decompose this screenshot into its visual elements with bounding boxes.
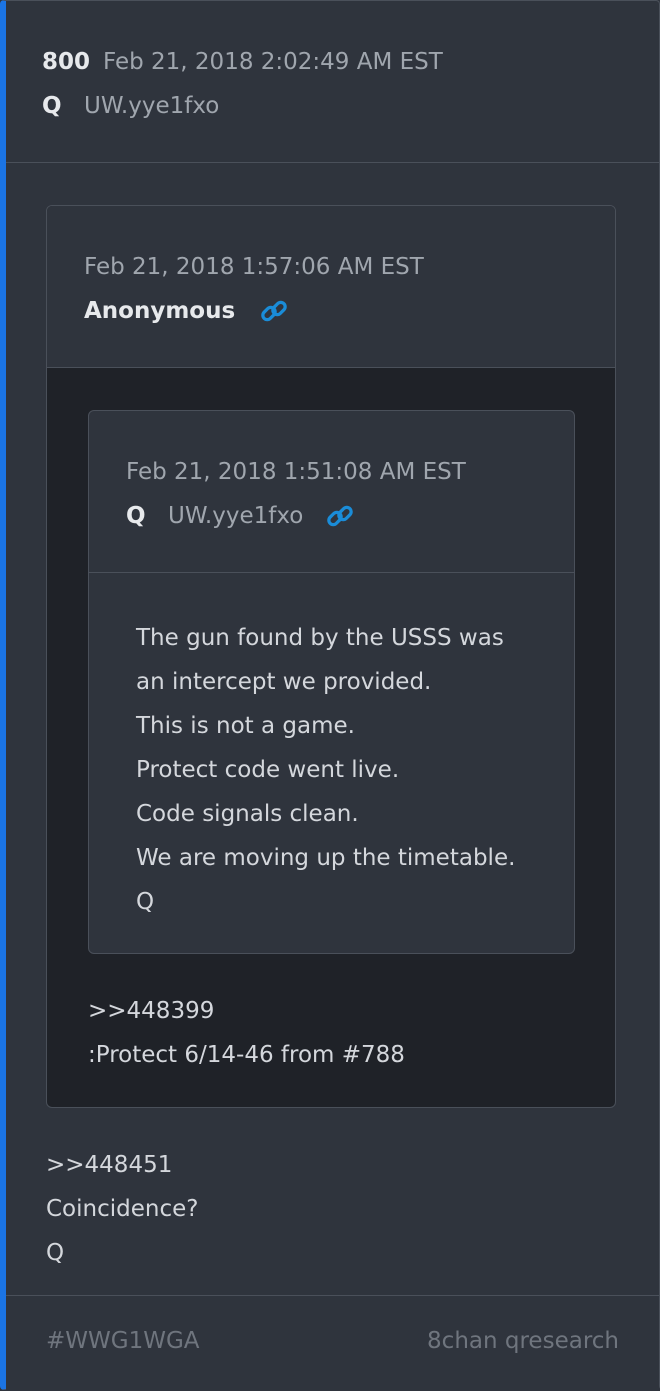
nested-post-author: Q <box>126 503 146 529</box>
body-line: an intercept we provided. <box>136 669 432 695</box>
quoted-post-date: Feb 21, 2018 1:57:06 AM EST <box>84 254 424 280</box>
quoted-post-header: Feb 21, 2018 1:57:06 AM EST Anonymous <box>47 206 615 368</box>
post-date: Feb 21, 2018 2:02:49 AM EST <box>103 49 443 75</box>
link-icon[interactable] <box>325 501 355 531</box>
body-line: Code signals clean. <box>136 801 359 827</box>
post-tripcode: UW.yye1fxo <box>84 93 220 119</box>
body-line: The gun found by the USSS was <box>136 625 504 651</box>
nested-post-header: Feb 21, 2018 1:51:08 AM EST Q UW.yye1fxo <box>89 411 574 573</box>
post-body: >>448451 Coincidence? Q <box>46 1143 198 1275</box>
post-header: 800 Feb 21, 2018 2:02:49 AM EST Q UW.yye… <box>6 1 659 163</box>
link-icon[interactable] <box>259 296 289 326</box>
post-number: 800 <box>42 49 91 75</box>
body-line: Q <box>46 1240 65 1266</box>
nested-post-tripcode: UW.yye1fxo <box>168 503 304 529</box>
post-footer: #WWG1WGA 8chan qresearch <box>6 1295 659 1391</box>
nested-post-date: Feb 21, 2018 1:51:08 AM EST <box>126 459 466 485</box>
post-reference-link[interactable]: >>448399 <box>88 989 405 1033</box>
quoted-post-author: Anonymous <box>84 298 236 324</box>
quoted-post-body: >>448399 :Protect 6/14-46 from #788 <box>88 989 405 1077</box>
hashtag[interactable]: #WWG1WGA <box>46 1328 200 1354</box>
body-line: This is not a game. <box>136 713 355 739</box>
body-line: We are moving up the timetable. <box>136 845 516 871</box>
post-author: Q <box>42 93 62 119</box>
post-reference-link[interactable]: >>448451 <box>46 1143 198 1187</box>
source-label: 8chan qresearch <box>427 1328 619 1354</box>
body-line: :Protect 6/14-46 from #788 <box>88 1042 405 1068</box>
post-card: 800 Feb 21, 2018 2:02:49 AM EST Q UW.yye… <box>0 0 660 1391</box>
body-line: Q <box>136 889 155 915</box>
body-line: Coincidence? <box>46 1196 199 1222</box>
nested-post-body: The gun found by the USSS was an interce… <box>136 616 515 924</box>
body-line: Protect code went live. <box>136 757 400 783</box>
